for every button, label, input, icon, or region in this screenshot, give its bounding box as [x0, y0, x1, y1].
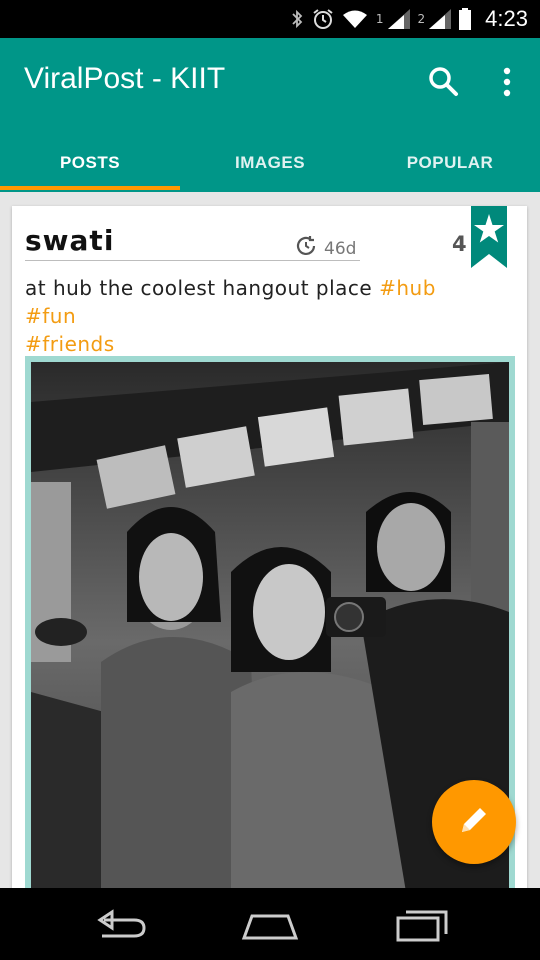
post-text-body: at hub the coolest hangout place	[25, 276, 373, 300]
app-bar: ViralPost - KIIT POSTS IMAGES POPULAR	[0, 38, 540, 192]
battery-icon	[459, 8, 472, 30]
home-icon[interactable]	[240, 906, 300, 942]
clock-icon	[294, 234, 318, 263]
tab-popular[interactable]: POPULAR	[360, 134, 540, 192]
post-text: at hub the coolest hangout place #hub #fu…	[25, 274, 505, 358]
compose-fab[interactable]	[432, 780, 516, 864]
tab-images[interactable]: IMAGES	[180, 134, 360, 192]
alarm-icon	[312, 8, 334, 30]
status-time: 4:23	[485, 6, 528, 31]
post-age-text: 46d	[324, 238, 357, 259]
hashtag-friends[interactable]: #friends	[25, 332, 115, 356]
tab-posts[interactable]: POSTS	[0, 134, 180, 192]
more-vert-icon[interactable]	[492, 64, 522, 100]
sim1-label: 1	[375, 12, 384, 26]
bluetooth-icon	[290, 9, 304, 29]
sim2-label: 2	[417, 12, 426, 26]
navigation-bar	[0, 888, 540, 960]
tab-indicator	[0, 186, 180, 190]
pencil-icon	[456, 802, 492, 842]
status-icons: 1 2 4:23	[290, 0, 528, 38]
like-count: 4	[452, 232, 467, 256]
back-icon[interactable]	[90, 906, 150, 942]
tab-bar: POSTS IMAGES POPULAR	[0, 134, 540, 192]
signal-icon	[429, 9, 452, 29]
post-age: 46d	[294, 234, 356, 263]
post-author[interactable]: swati	[25, 224, 114, 257]
app-title: ViralPost - KIIT	[24, 62, 226, 95]
recents-icon[interactable]	[392, 906, 452, 942]
status-bar: 1 2 4:23	[0, 0, 540, 38]
wifi-icon	[342, 9, 368, 29]
search-icon[interactable]	[426, 64, 462, 100]
hashtag-fun[interactable]: #fun	[25, 304, 76, 328]
star-bookmark-icon[interactable]	[471, 206, 507, 268]
hashtag-hub[interactable]: #hub	[379, 276, 436, 300]
signal-icon	[387, 9, 410, 29]
